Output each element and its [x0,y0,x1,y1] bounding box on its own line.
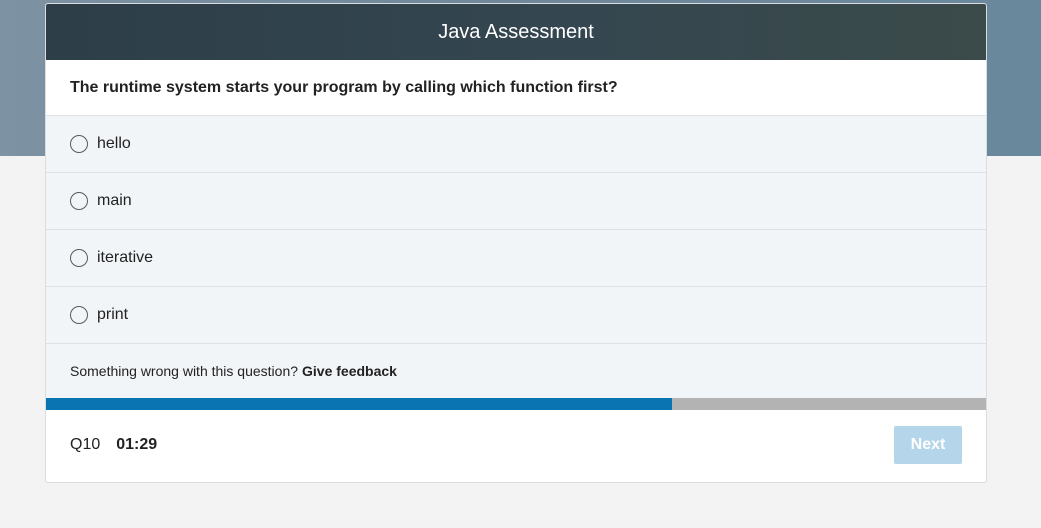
progress-bar [46,398,986,410]
assessment-card: Java Assessment The runtime system start… [45,3,987,483]
feedback-row: Something wrong with this question? Give… [46,344,986,398]
feedback-prompt: Something wrong with this question? [70,363,299,379]
answer-option-hello[interactable]: hello [46,116,986,173]
answer-options: hello main iterative print [46,116,986,344]
radio-button-icon[interactable] [70,135,88,153]
assessment-header: Java Assessment [46,4,986,60]
next-button[interactable]: Next [894,426,962,464]
answer-option-print[interactable]: print [46,287,986,344]
give-feedback-link[interactable]: Give feedback [302,363,397,379]
assessment-title: Java Assessment [438,20,594,43]
countdown-timer: 01:29 [116,436,158,453]
question-text: The runtime system starts your program b… [46,60,986,116]
answer-option-iterative[interactable]: iterative [46,230,986,287]
radio-button-icon[interactable] [70,249,88,267]
question-status: Q10 01:29 [70,436,157,454]
radio-button-icon[interactable] [70,192,88,210]
radio-button-icon[interactable] [70,306,88,324]
answer-option-label: print [97,306,129,323]
answer-option-label: hello [97,135,131,152]
assessment-footer: Q10 01:29 Next [46,410,986,480]
progress-bar-fill [46,398,673,410]
answer-option-label: main [97,192,132,209]
answer-option-label: iterative [97,249,154,266]
question-number: Q10 [70,436,101,453]
answer-option-main[interactable]: main [46,173,986,230]
